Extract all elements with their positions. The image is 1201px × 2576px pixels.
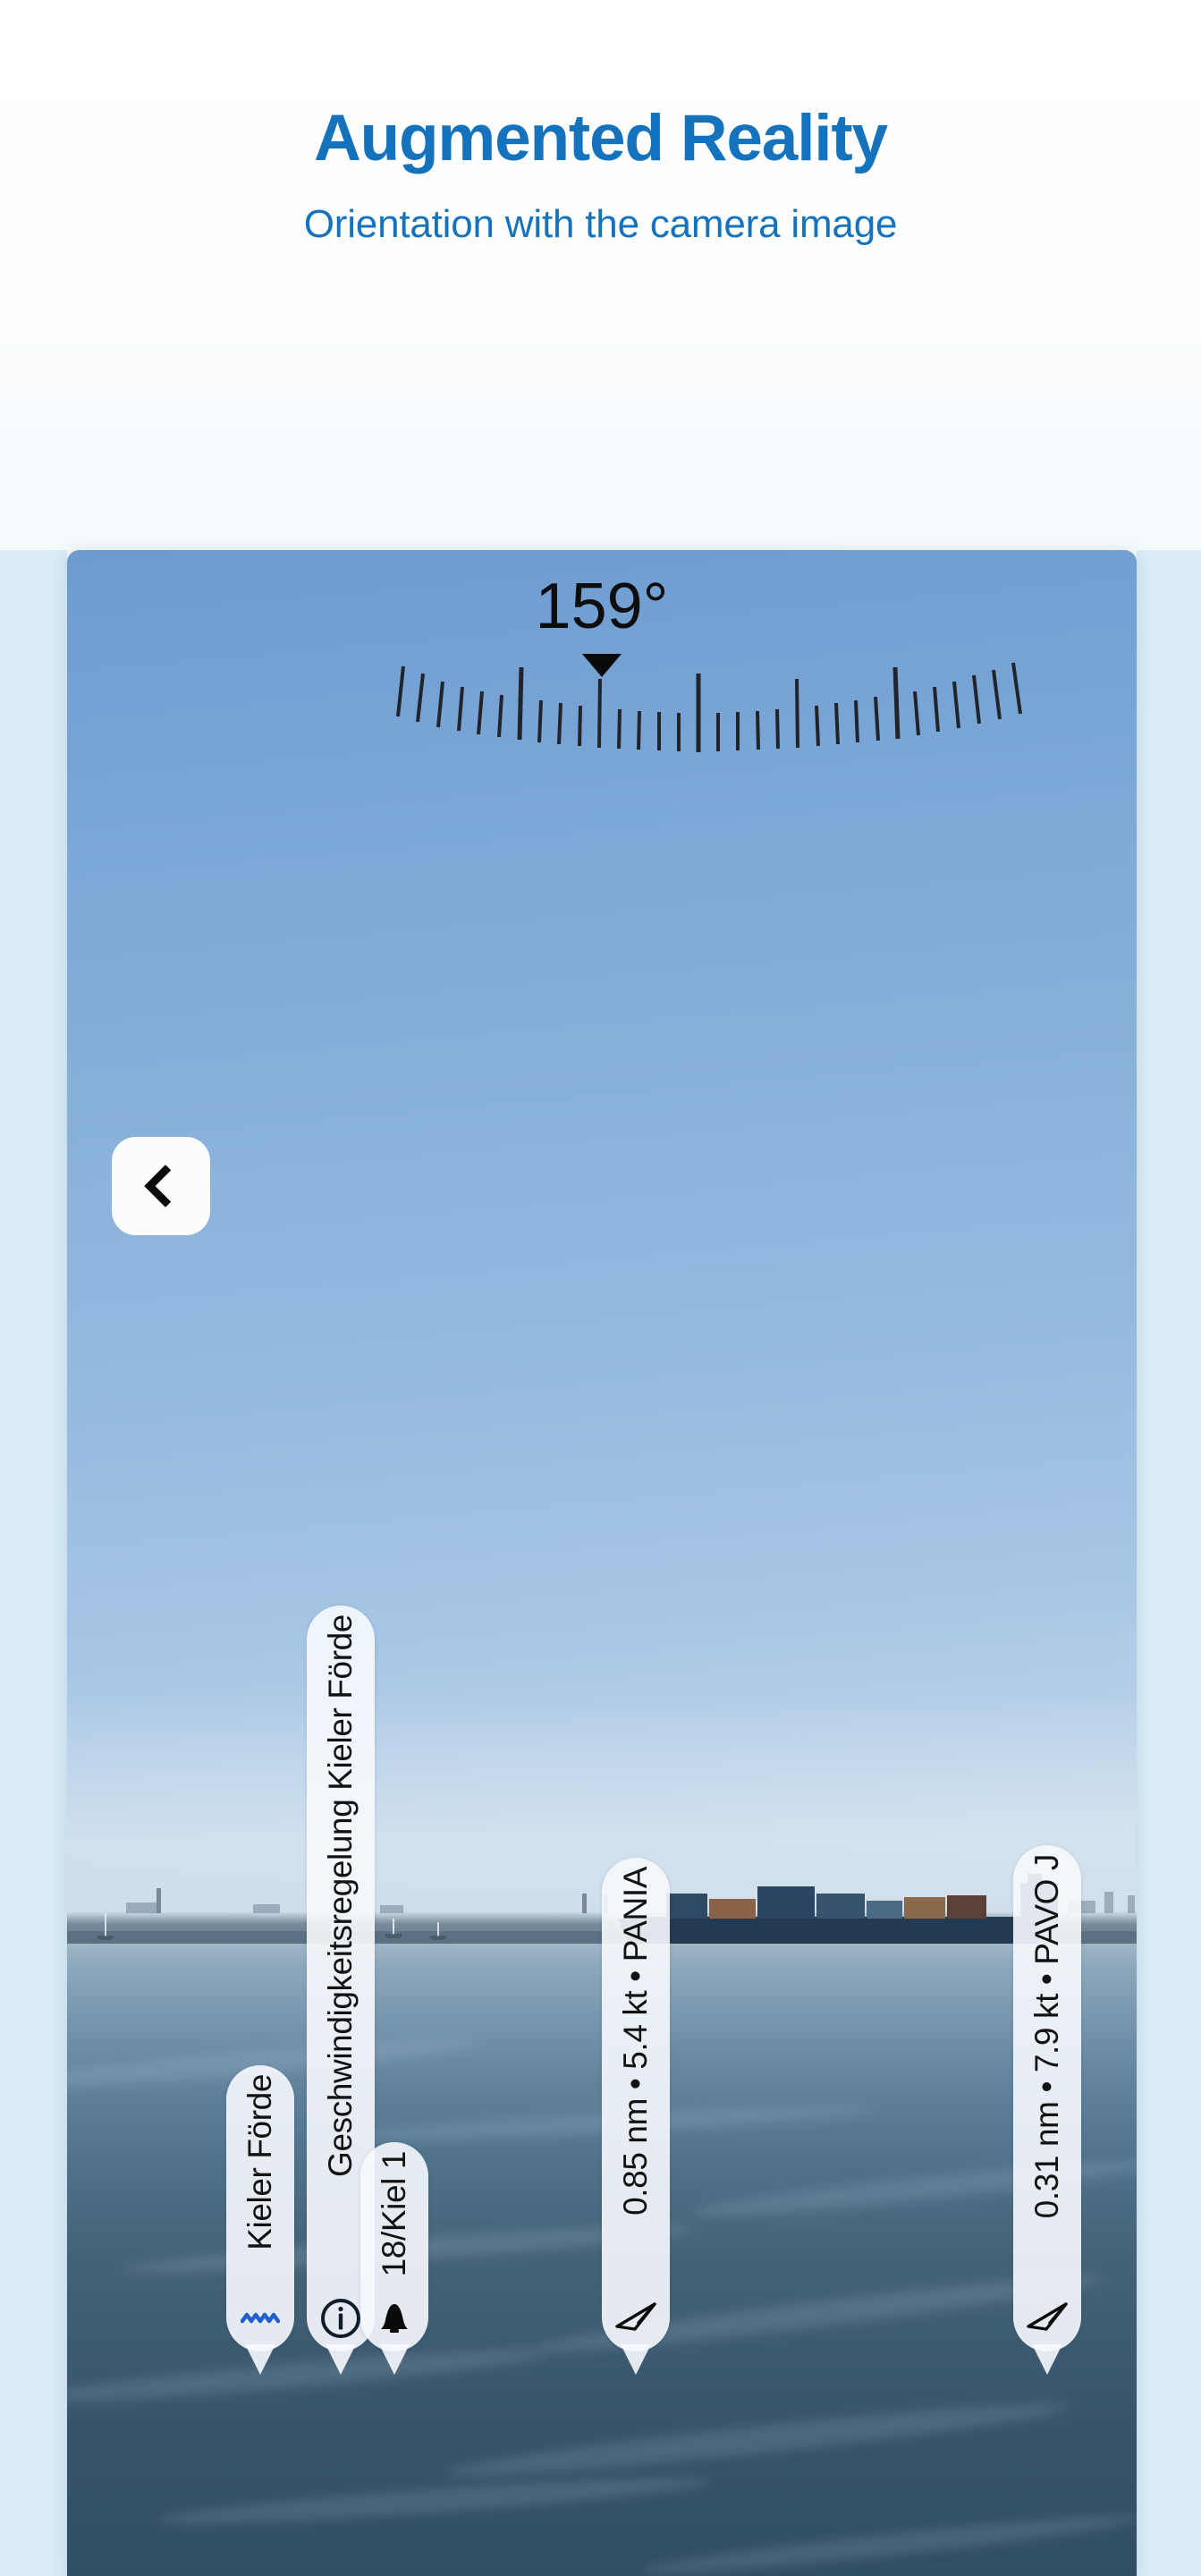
ar-label-text: 0.31 nm • 7.9 kt • PAVO J <box>1028 1854 1065 2219</box>
chevron-left-icon <box>143 1164 188 1208</box>
page-subtitle: Orientation with the camera image <box>303 202 898 246</box>
ar-label-text: 0.85 nm • 5.4 kt • PANIA <box>617 1867 654 2216</box>
container-ship <box>636 1874 1058 1947</box>
ar-label-text: Kieler Förde <box>241 2074 278 2250</box>
page-title: Augmented Reality <box>314 102 888 174</box>
ar-label-text: 18/Kiel 1 <box>376 2151 412 2277</box>
sailboat <box>97 1913 114 1940</box>
sailboat <box>385 1919 402 1938</box>
page-right-margin <box>1137 550 1201 2576</box>
ship-hull <box>636 1917 1040 1947</box>
wave-icon <box>226 2291 294 2346</box>
back-button[interactable] <box>112 1137 210 1235</box>
ship-containers <box>666 1886 988 1919</box>
ar-label-kieler-foerde[interactable]: Kieler Förde <box>226 2065 294 2375</box>
ar-label-text: Geschwindigkeitsregelung Kieler Förde <box>322 1614 359 2177</box>
ar-label-vessel-pania[interactable]: 0.85 nm • 5.4 kt • PANIA <box>602 1858 670 2375</box>
ais-vessel-icon <box>602 2291 670 2346</box>
phone-screenshot-card: 159° Kieler Förde Geschwindigkeitsregelu… <box>67 550 1137 2576</box>
ais-vessel-icon <box>1013 2291 1081 2346</box>
page-header: Augmented Reality Orientation with the c… <box>0 0 1201 246</box>
sailboat <box>429 1922 447 1940</box>
ar-label-buoy-18-kiel-1[interactable]: 18/Kiel 1 <box>360 2142 428 2375</box>
beacon-icon <box>360 2291 428 2346</box>
ar-label-vessel-pavo-j[interactable]: 0.31 nm • 7.9 kt • PAVO J <box>1013 1845 1081 2375</box>
page-left-margin <box>0 550 67 2576</box>
